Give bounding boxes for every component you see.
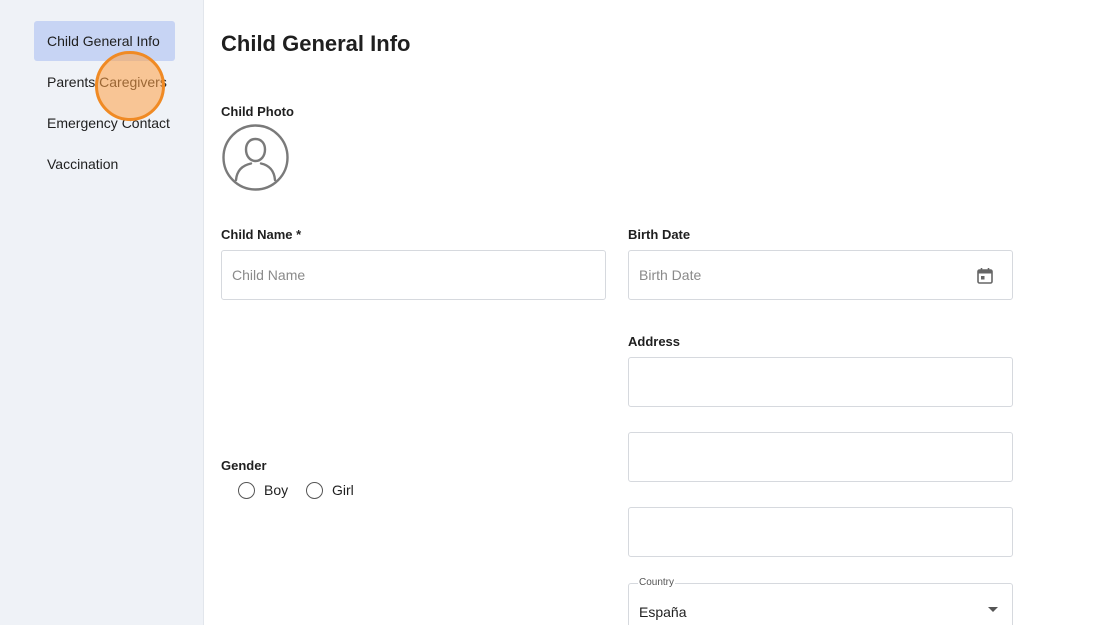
country-value: España — [639, 604, 687, 620]
sidebar-item-vaccination[interactable]: Vaccination — [34, 144, 131, 184]
birth-date-label: Birth Date — [628, 227, 691, 242]
address-line-1-input[interactable] — [629, 358, 1012, 406]
address-line-2-input[interactable] — [629, 433, 1012, 481]
sidebar-item-emergency-contact[interactable]: Emergency Contact — [34, 103, 183, 143]
sidebar-item-parents-caregivers[interactable]: Parents/Caregivers — [34, 62, 180, 102]
radio-circle-icon[interactable] — [306, 481, 323, 499]
address-line-3-field — [628, 507, 1013, 557]
child-name-input[interactable] — [222, 251, 605, 299]
address-line-1-field — [628, 357, 1013, 407]
app-root: Child General Info Parents/Caregivers Em… — [0, 0, 1120, 625]
radio-circle-icon[interactable] — [238, 481, 255, 499]
page-title: Child General Info — [221, 31, 411, 56]
child-name-field — [221, 250, 606, 300]
user-avatar-icon[interactable] — [222, 124, 289, 191]
address-line-3-input[interactable] — [629, 508, 1012, 556]
gender-radio-girl[interactable]: Girl — [306, 480, 354, 500]
sidebar-item-child-general-info[interactable]: Child General Info — [34, 21, 175, 61]
country-label: Country — [638, 577, 676, 588]
birth-date-field — [628, 250, 1013, 300]
calendar-icon[interactable] — [976, 267, 994, 285]
child-name-label: Child Name * — [221, 227, 302, 242]
address-line-2-field — [628, 432, 1013, 482]
caret-down-icon[interactable] — [988, 607, 998, 612]
country-select[interactable]: Country España — [628, 577, 1013, 625]
child-photo-label: Child Photo — [221, 104, 294, 119]
gender-radio-boy[interactable]: Boy — [238, 480, 288, 500]
gender-label: Gender — [221, 458, 267, 473]
gender-option-girl-label: Girl — [332, 482, 354, 498]
address-label: Address — [628, 334, 681, 349]
gender-option-boy-label: Boy — [264, 482, 289, 498]
sidebar: Child General Info Parents/Caregivers Em… — [0, 0, 204, 625]
birth-date-input[interactable] — [629, 251, 1012, 299]
